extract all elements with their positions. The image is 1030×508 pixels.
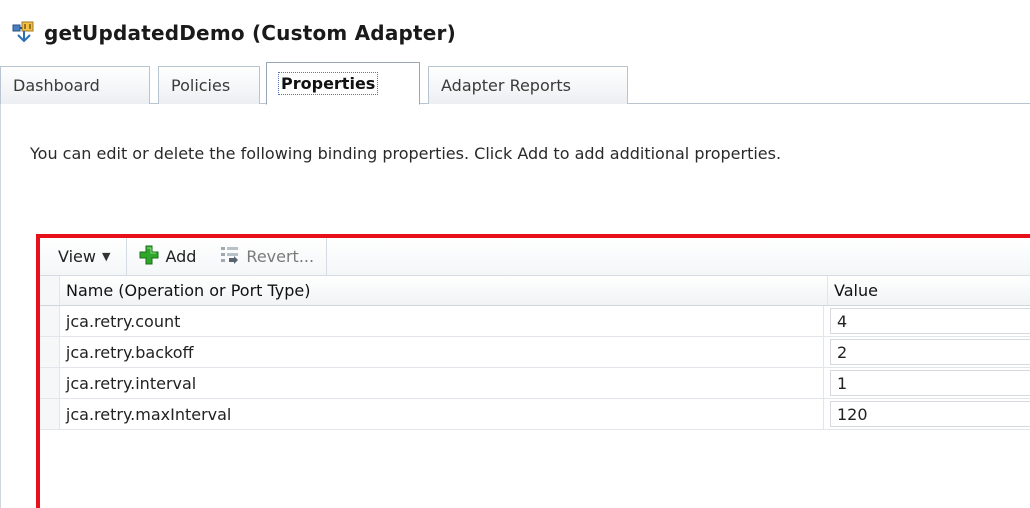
tab-dashboard[interactable]: Dashboard xyxy=(0,66,150,104)
toolbar-separator xyxy=(326,237,328,276)
green-plus-icon xyxy=(139,245,159,269)
revert-button[interactable]: Revert... xyxy=(208,238,326,275)
tab-policies[interactable]: Policies xyxy=(158,66,260,104)
row-selector[interactable] xyxy=(40,399,60,429)
table-row[interactable]: jca.retry.backoff 2 xyxy=(40,337,1030,368)
property-value-cell: 120 xyxy=(824,399,1030,429)
tab-properties[interactable]: Properties xyxy=(266,62,420,105)
page-header: getUpdatedDemo (Custom Adapter) xyxy=(12,18,456,48)
revert-label: Revert... xyxy=(246,247,315,266)
tab-label: Properties xyxy=(277,72,379,95)
view-label: View xyxy=(58,247,96,266)
row-selector[interactable] xyxy=(40,306,60,336)
add-button[interactable]: Add xyxy=(127,238,208,275)
table-row[interactable]: jca.retry.maxInterval 120 xyxy=(40,399,1030,430)
table-header-row: Name (Operation or Port Type) Value xyxy=(40,276,1030,306)
tab-bar: Dashboard Policies Properties Adapter Re… xyxy=(0,62,1030,105)
table-row[interactable]: jca.retry.count 4 xyxy=(40,306,1030,337)
property-name: jca.retry.interval xyxy=(60,368,824,398)
table-row[interactable]: jca.retry.interval 1 xyxy=(40,368,1030,399)
property-name: jca.retry.count xyxy=(60,306,824,336)
instructions-text: You can edit or delete the following bin… xyxy=(30,144,782,163)
view-menu-button[interactable]: View ▼ xyxy=(40,238,126,275)
properties-table-panel: View ▼ Add Revert... Name (Operation or … xyxy=(36,234,1030,508)
tab-label: Adapter Reports xyxy=(441,76,571,95)
property-name: jca.retry.backoff xyxy=(60,337,824,367)
add-label: Add xyxy=(165,247,197,266)
chevron-down-icon: ▼ xyxy=(101,250,111,263)
row-selector[interactable] xyxy=(40,368,60,398)
property-value-cell: 1 xyxy=(824,368,1030,398)
adapter-plug-icon xyxy=(12,21,36,45)
row-selector[interactable] xyxy=(40,337,60,367)
property-value-input[interactable]: 120 xyxy=(830,401,1030,427)
property-value-input[interactable]: 1 xyxy=(830,370,1030,396)
tab-label: Dashboard xyxy=(13,76,100,95)
row-header-spacer xyxy=(40,276,60,305)
property-value-input[interactable]: 2 xyxy=(830,339,1030,365)
property-value-input[interactable]: 4 xyxy=(830,308,1030,334)
properties-grid: Name (Operation or Port Type) Value jca.… xyxy=(40,276,1030,430)
property-name: jca.retry.maxInterval xyxy=(60,399,824,429)
tab-adapter-reports[interactable]: Adapter Reports xyxy=(428,66,628,104)
column-header-name[interactable]: Name (Operation or Port Type) xyxy=(60,276,828,305)
revert-icon xyxy=(220,245,240,269)
tab-label: Policies xyxy=(171,76,231,95)
property-value-cell: 4 xyxy=(824,306,1030,336)
tab-pane-border xyxy=(0,104,1,508)
page-title: getUpdatedDemo (Custom Adapter) xyxy=(44,21,456,45)
column-header-value[interactable]: Value xyxy=(828,276,1030,305)
property-value-cell: 2 xyxy=(824,337,1030,367)
table-toolbar: View ▼ Add Revert... xyxy=(40,237,1030,276)
